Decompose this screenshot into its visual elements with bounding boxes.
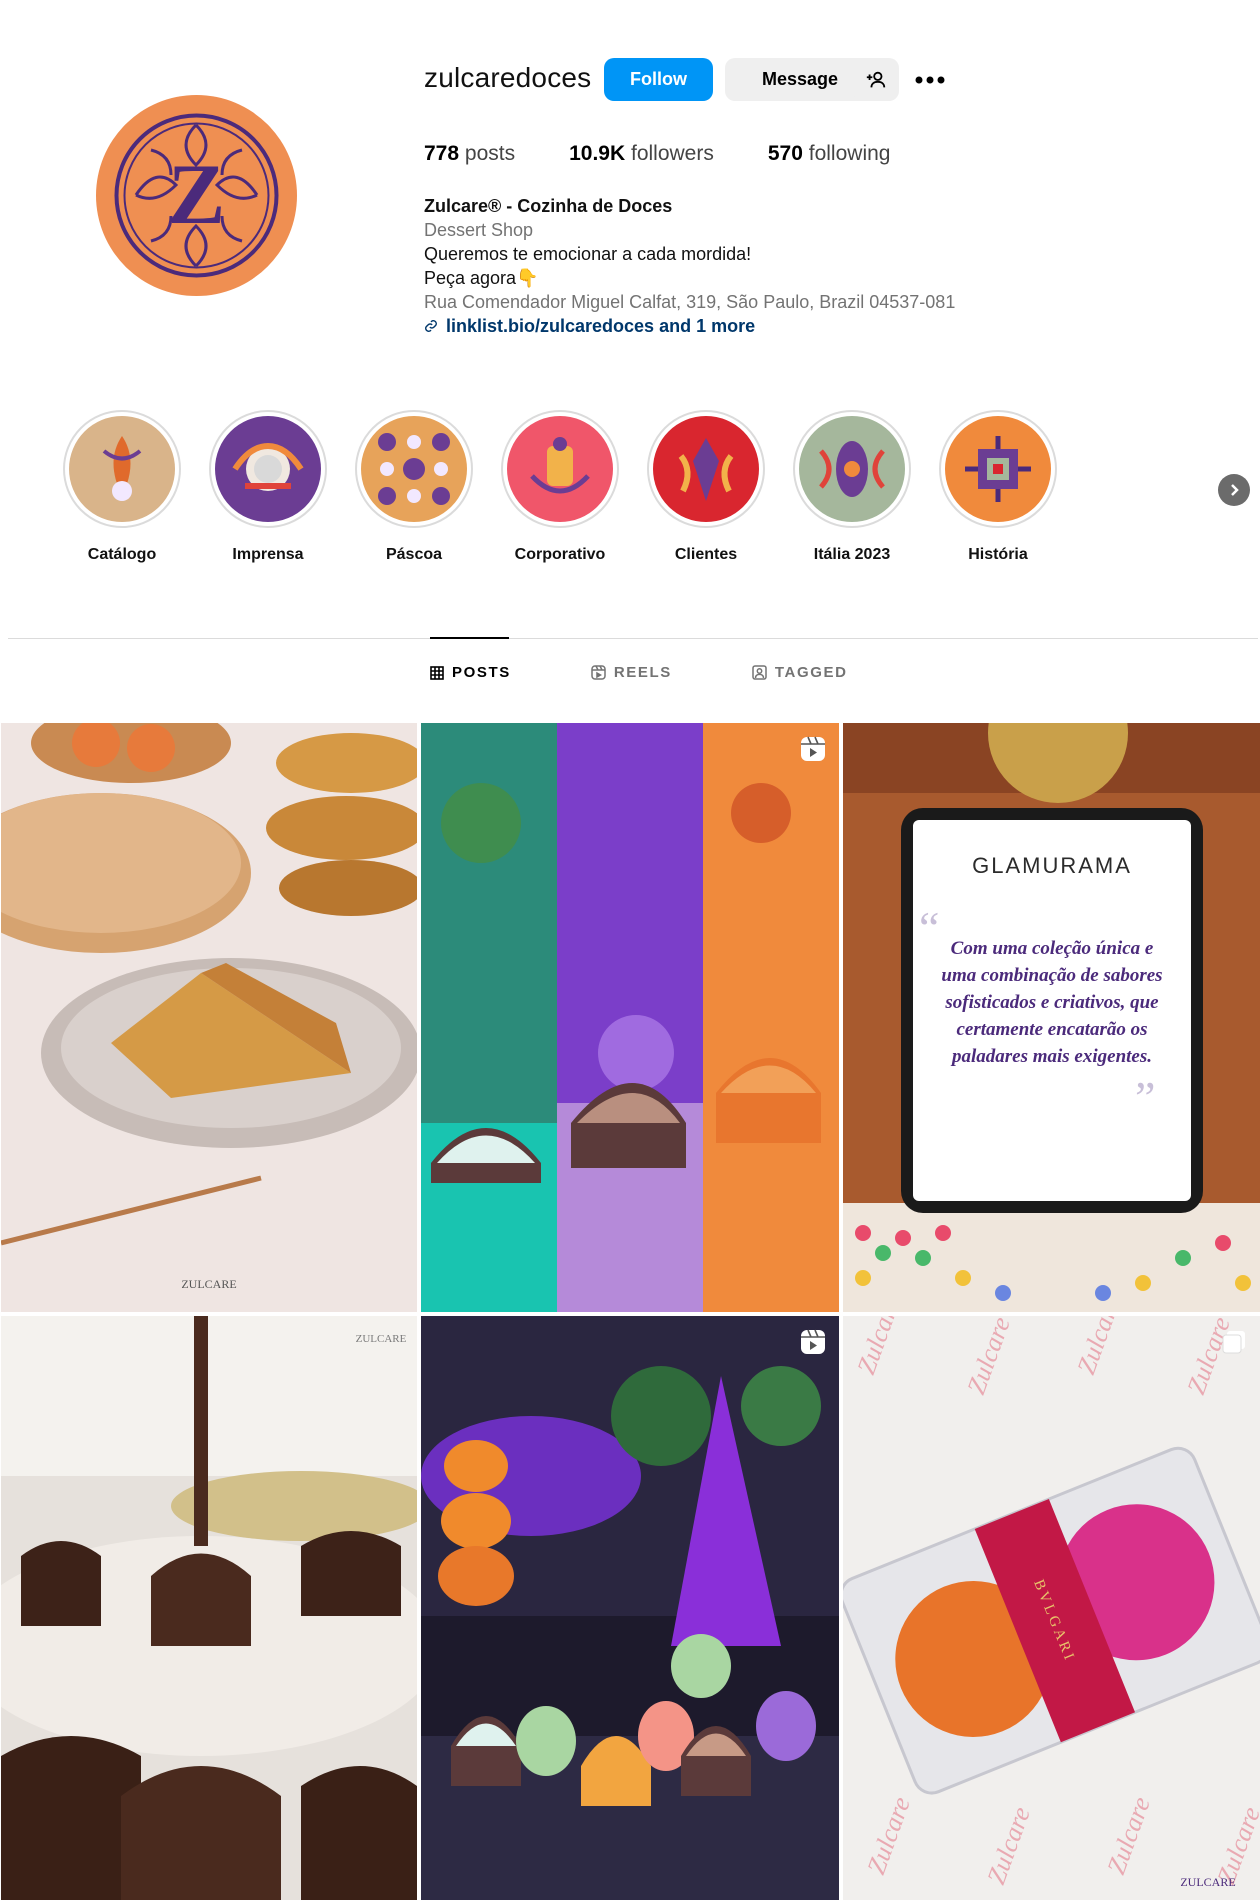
- avatar-logo-icon: Z: [96, 95, 297, 296]
- highlight-corporativo[interactable]: Corporativo: [500, 410, 620, 564]
- highlight-cover-icon: [361, 416, 467, 522]
- tab-tagged[interactable]: TAGGED: [752, 664, 848, 681]
- post-tile[interactable]: ZULCARE: [1, 723, 417, 1312]
- post-image-bonbons-triptych: [421, 723, 839, 1312]
- highlights-next-button[interactable]: [1218, 474, 1250, 506]
- post-image-chocolate-drizzle: ZULCARE: [1, 1316, 417, 1900]
- posts-stat: 778 posts: [424, 142, 516, 165]
- tagged-icon: [752, 665, 767, 680]
- address[interactable]: Rua Comendador Miguel Calfat, 319, São P…: [424, 290, 955, 314]
- tabs-divider: [8, 638, 1258, 639]
- highlight-cover-icon: [799, 416, 905, 522]
- svg-text:Z: Z: [168, 146, 225, 242]
- reel-badge-icon: [801, 736, 825, 761]
- profile-bio: Zulcare® - Cozinha de Doces Dessert Shop…: [424, 194, 955, 338]
- highlight-clientes[interactable]: Clientes: [646, 410, 766, 564]
- highlight-cover-icon: [69, 416, 175, 522]
- ellipsis-icon: [915, 76, 945, 83]
- highlight-italia-2023[interactable]: Itália 2023: [792, 410, 912, 564]
- reel-badge-icon: [801, 1329, 825, 1354]
- svg-text:ZULCARE: ZULCARE: [181, 1277, 236, 1291]
- reels-icon: [591, 665, 606, 680]
- highlight-cover-icon: [507, 416, 613, 522]
- svg-text:ZULCARE: ZULCARE: [1180, 1875, 1235, 1889]
- post-tile[interactable]: [421, 723, 839, 1312]
- link-icon: [425, 320, 437, 332]
- highlight-cover-icon: [653, 416, 759, 522]
- story-highlights: Catálogo Imprensa Páscoa Corporativo Cli…: [62, 410, 1252, 570]
- highlight-historia[interactable]: História: [938, 410, 1058, 564]
- profile-tabs: POSTS REELS TAGGED: [430, 664, 848, 681]
- highlight-cover-icon: [945, 416, 1051, 522]
- bio-line-2: Peça agora👇: [424, 268, 539, 288]
- profile-avatar[interactable]: Z: [96, 95, 297, 296]
- post-tile[interactable]: ZULCARE: [1, 1316, 417, 1900]
- highlight-catalogo[interactable]: Catálogo: [62, 410, 182, 564]
- display-name: Zulcare® - Cozinha de Doces: [424, 196, 673, 216]
- post-image-halloween-bonbons: [421, 1316, 839, 1900]
- carousel-badge-icon: [1222, 1331, 1245, 1354]
- post-tile[interactable]: [421, 1316, 839, 1900]
- svg-text:ZULCARE: ZULCARE: [356, 1333, 407, 1345]
- tab-posts[interactable]: POSTS: [430, 664, 511, 681]
- suggested-accounts-button[interactable]: [853, 58, 899, 101]
- post-image-glamurama-tablet: GLAMURAMA “ ” Com uma coleção única e um…: [843, 723, 1260, 1312]
- grid-icon: [430, 665, 444, 680]
- username: zulcaredoces: [424, 62, 592, 93]
- highlight-pascoa[interactable]: Páscoa: [354, 410, 474, 564]
- chevron-right-icon: [1231, 484, 1239, 496]
- profile-stats: 778 posts 10.9K followers 570 following: [424, 142, 944, 166]
- post-tile[interactable]: GLAMURAMA “ ” Com uma coleção única e um…: [843, 723, 1260, 1312]
- following-stat[interactable]: 570 following: [768, 142, 891, 166]
- more-options-button[interactable]: [910, 58, 950, 101]
- highlight-imprensa[interactable]: Imprensa: [208, 410, 328, 564]
- quote-text: Com uma coleção única e uma combinação d…: [941, 938, 1163, 1067]
- post-tile[interactable]: Zulcare Zulcare Zulcare Zulcare Zulcare …: [843, 1316, 1260, 1900]
- tab-reels[interactable]: REELS: [591, 664, 672, 681]
- highlight-cover-icon: [215, 416, 321, 522]
- post-image-cookie-pie: ZULCARE: [1, 723, 417, 1312]
- category-label: Dessert Shop: [424, 220, 534, 240]
- active-tab-indicator: [430, 637, 509, 639]
- post-image-bvlgari-macarons: Zulcare Zulcare Zulcare Zulcare Zulcare …: [843, 1316, 1260, 1900]
- bio-line-1: Queremos te emocionar a cada mordida!: [424, 244, 752, 264]
- add-user-icon: [866, 71, 886, 87]
- followers-stat[interactable]: 10.9K followers: [569, 142, 714, 166]
- follow-button[interactable]: Follow: [604, 58, 713, 101]
- svg-text:GLAMURAMA: GLAMURAMA: [972, 853, 1132, 878]
- bio-link[interactable]: linklist.bio/zulcaredoces and 1 more: [424, 314, 955, 338]
